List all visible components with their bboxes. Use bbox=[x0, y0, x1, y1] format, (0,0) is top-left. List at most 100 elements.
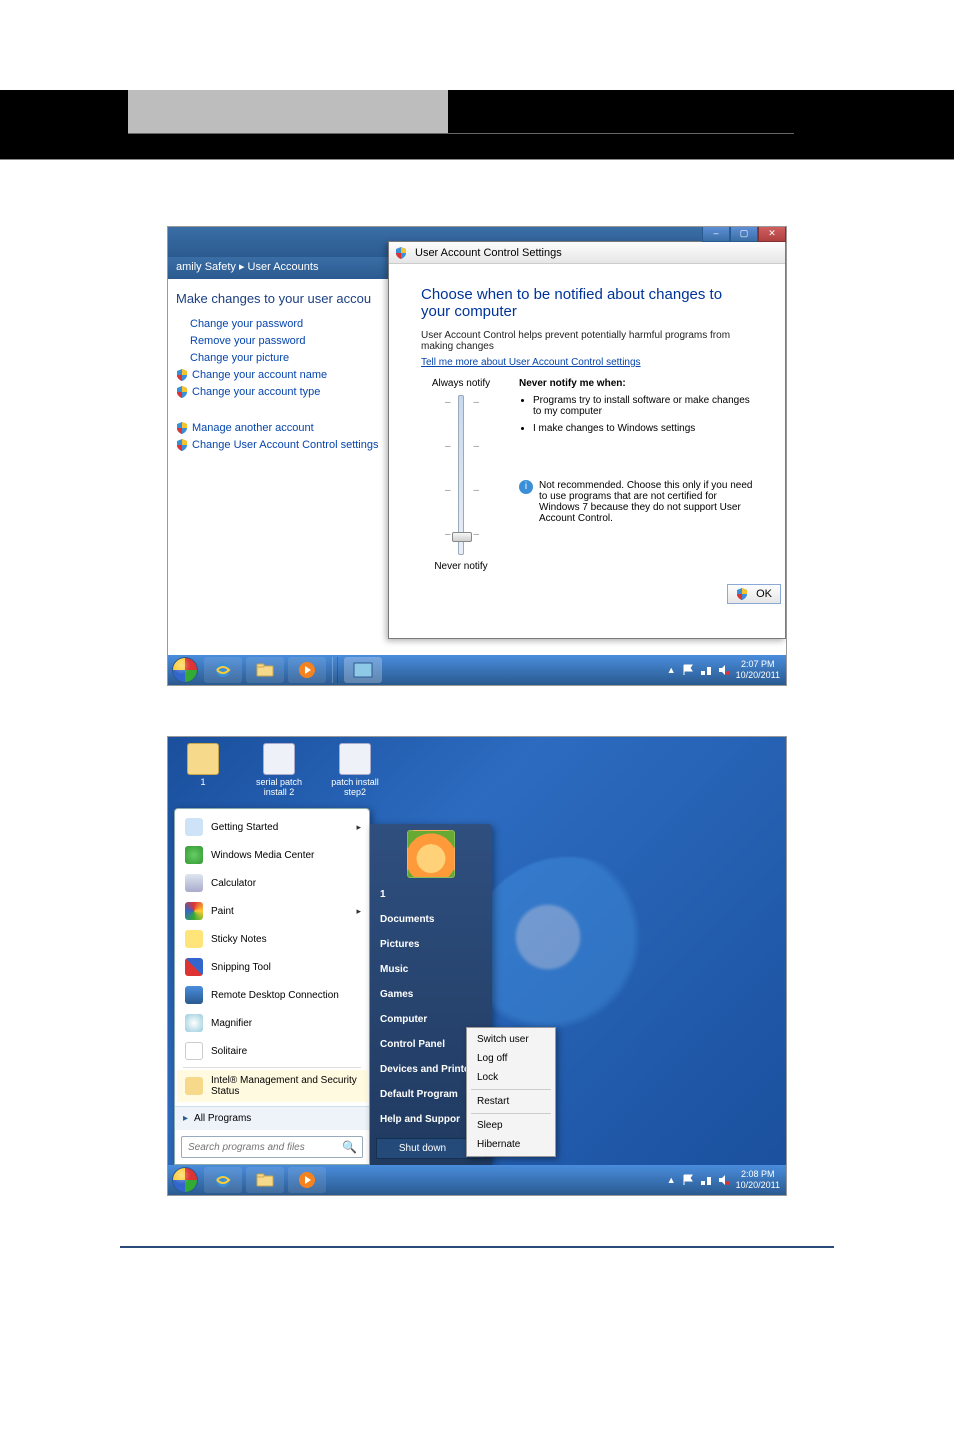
sm-calculator[interactable]: Calculator bbox=[177, 869, 367, 897]
sr-user[interactable]: 1 bbox=[370, 882, 492, 907]
user-avatar[interactable] bbox=[407, 830, 455, 878]
windows-logo-icon bbox=[172, 657, 198, 683]
uac-learn-more-link[interactable]: Tell me more about User Account Control … bbox=[421, 357, 641, 368]
link-change-account-type[interactable]: Change your account type bbox=[176, 386, 380, 398]
sm-intel-status[interactable]: Intel® Management and Security Status bbox=[177, 1070, 367, 1102]
taskbar-ie-icon[interactable] bbox=[204, 657, 242, 683]
shield-icon bbox=[176, 369, 188, 381]
link-manage-another-account[interactable]: Manage another account bbox=[176, 422, 380, 434]
network-icon[interactable] bbox=[700, 664, 712, 676]
pm-hibernate[interactable]: Hibernate bbox=[467, 1135, 555, 1154]
flag-icon[interactable] bbox=[682, 664, 694, 676]
link-label: Change your account type bbox=[192, 386, 320, 398]
tray-date: 10/20/2011 bbox=[736, 670, 780, 681]
maximize-button[interactable]: ▢ bbox=[730, 226, 758, 242]
sm-all-programs[interactable]: ▸ All Programs bbox=[175, 1106, 369, 1130]
triangle-icon: ▸ bbox=[183, 1113, 188, 1124]
uac-bullet-2: I make changes to Windows settings bbox=[533, 423, 753, 434]
sm-solitaire[interactable]: Solitaire bbox=[177, 1037, 367, 1065]
tray-arrow-icon[interactable]: ▲ bbox=[667, 1175, 676, 1185]
minimize-button[interactable]: – bbox=[702, 226, 730, 242]
info-icon: i bbox=[519, 480, 533, 494]
rdc-icon bbox=[185, 986, 203, 1004]
sm-paint[interactable]: Paint ▸ bbox=[177, 897, 367, 925]
icon-label: serial patch install 2 bbox=[254, 777, 304, 797]
sr-music[interactable]: Music bbox=[370, 957, 492, 982]
sm-wmc[interactable]: Windows Media Center bbox=[177, 841, 367, 869]
flag-icon[interactable] bbox=[682, 1174, 694, 1186]
network-icon[interactable] bbox=[700, 1174, 712, 1186]
sm-magnifier[interactable]: Magnifier bbox=[177, 1009, 367, 1037]
close-button[interactable]: ✕ bbox=[758, 226, 786, 242]
sm-getting-started[interactable]: Getting Started▸ bbox=[177, 813, 367, 841]
document-icon bbox=[263, 743, 295, 775]
pm-lock[interactable]: Lock bbox=[467, 1068, 555, 1087]
submenu-arrow-icon: ▸ bbox=[356, 822, 361, 833]
volume-icon[interactable] bbox=[718, 664, 730, 676]
volume-icon[interactable] bbox=[718, 1174, 730, 1186]
system-tray[interactable]: ▲ 2:08 PM 10/20/2011 bbox=[667, 1169, 786, 1191]
icon-label: 1 bbox=[178, 777, 228, 787]
link-change-uac-settings[interactable]: Change User Account Control settings bbox=[176, 439, 380, 451]
taskbar-ie-icon[interactable] bbox=[204, 1167, 242, 1193]
user-accounts-pane: Make changes to your user accou Change y… bbox=[168, 279, 388, 669]
pm-log-off[interactable]: Log off bbox=[467, 1049, 555, 1068]
uac-settings-dialog: – ▢ ✕ User Account Control Settings Choo… bbox=[388, 241, 786, 639]
link-change-password[interactable]: Change your password bbox=[190, 318, 380, 330]
submenu-arrow-icon: ▸ bbox=[356, 906, 361, 917]
taskbar-wmp-icon[interactable] bbox=[288, 1167, 326, 1193]
system-tray[interactable]: ▲ 2:07 PM 10/20/2011 bbox=[667, 659, 786, 681]
sm-snipping-tool[interactable]: Snipping Tool bbox=[177, 953, 367, 981]
start-button[interactable] bbox=[168, 655, 202, 685]
ok-button[interactable]: OK bbox=[727, 584, 781, 604]
start-button[interactable] bbox=[168, 1165, 202, 1195]
sr-pictures[interactable]: Pictures bbox=[370, 932, 492, 957]
sm-sticky-notes[interactable]: Sticky Notes bbox=[177, 925, 367, 953]
desktop-icon-serial-patch[interactable]: serial patch install 2 bbox=[254, 743, 304, 797]
link-change-account-name[interactable]: Change your account name bbox=[176, 369, 380, 381]
sr-games[interactable]: Games bbox=[370, 982, 492, 1007]
slider-label-never: Never notify bbox=[421, 561, 501, 572]
folder-icon bbox=[187, 743, 219, 775]
slider-thumb[interactable] bbox=[452, 532, 472, 542]
pm-restart[interactable]: Restart bbox=[467, 1092, 555, 1111]
start-menu: Getting Started▸ Windows Media Center Ca… bbox=[174, 808, 370, 1165]
sm-label: Calculator bbox=[211, 878, 256, 889]
pm-sleep[interactable]: Sleep bbox=[467, 1116, 555, 1135]
uac-slider[interactable] bbox=[458, 395, 464, 555]
solitaire-icon bbox=[185, 1042, 203, 1060]
dialog-titlebar[interactable]: User Account Control Settings bbox=[389, 242, 785, 264]
sm-label: All Programs bbox=[194, 1113, 251, 1124]
separator bbox=[471, 1113, 551, 1114]
shield-icon bbox=[395, 247, 407, 259]
intel-icon bbox=[185, 1077, 203, 1095]
sm-label: Paint bbox=[211, 906, 234, 917]
shield-icon bbox=[176, 439, 188, 451]
header-right-cell bbox=[448, 90, 794, 134]
slider-label-always: Always notify bbox=[421, 378, 501, 389]
search-icon: 🔍 bbox=[342, 1140, 357, 1154]
tray-time: 2:07 PM bbox=[736, 659, 780, 670]
taskbar-app-icon[interactable] bbox=[344, 657, 382, 683]
sr-documents[interactable]: Documents bbox=[370, 907, 492, 932]
taskbar-separator bbox=[332, 657, 338, 683]
taskbar-wmp-icon[interactable] bbox=[288, 657, 326, 683]
taskbar-explorer-icon[interactable] bbox=[246, 657, 284, 683]
shutdown-button[interactable]: Shut down bbox=[376, 1138, 468, 1159]
sticky-notes-icon bbox=[185, 930, 203, 948]
link-remove-password[interactable]: Remove your password bbox=[190, 335, 380, 347]
tray-arrow-icon[interactable]: ▲ bbox=[667, 665, 676, 675]
tray-clock[interactable]: 2:08 PM 10/20/2011 bbox=[736, 1169, 780, 1191]
pm-switch-user[interactable]: Switch user bbox=[467, 1030, 555, 1049]
separator bbox=[471, 1089, 551, 1090]
taskbar: ▲ 2:07 PM 10/20/2011 bbox=[168, 655, 786, 685]
search-input[interactable] bbox=[181, 1136, 363, 1158]
desktop-icon-1[interactable]: 1 bbox=[178, 743, 228, 797]
tray-clock[interactable]: 2:07 PM 10/20/2011 bbox=[736, 659, 780, 681]
sm-label: Windows Media Center bbox=[211, 850, 314, 861]
taskbar-explorer-icon[interactable] bbox=[246, 1167, 284, 1193]
sm-remote-desktop[interactable]: Remote Desktop Connection bbox=[177, 981, 367, 1009]
screenshot-uac: amily Safety ▸ User Accounts Make change… bbox=[167, 226, 787, 686]
link-change-picture[interactable]: Change your picture bbox=[190, 352, 380, 364]
desktop-icon-patch-install[interactable]: patch install step2 bbox=[330, 743, 380, 797]
